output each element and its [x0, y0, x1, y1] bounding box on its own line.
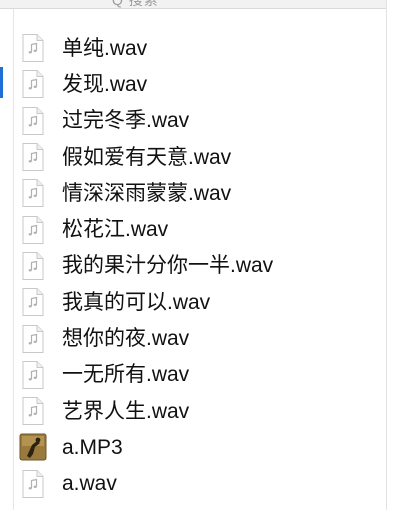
file-name: 想你的夜.wav — [62, 327, 190, 351]
audio-file-icon — [22, 397, 44, 426]
file-row[interactable]: 艺界人生.wav — [18, 393, 384, 429]
audio-file-icon — [22, 251, 44, 280]
file-name: 一无所有.wav — [62, 363, 190, 387]
file-name: 艺界人生.wav — [62, 399, 190, 423]
file-name: 假如爱有天意.wav — [62, 145, 232, 169]
file-name: 我真的可以.wav — [62, 290, 211, 314]
file-name: 松花江.wav — [62, 218, 169, 242]
file-list: 单纯.wav 发现.wav 过完冬季.wav 假如爱有天意.wav 情深深雨蒙蒙.wav… — [18, 30, 384, 502]
file-name: 我的果汁分你一半.wav — [62, 254, 274, 278]
file-row[interactable]: 我的果汁分你一半.wav — [18, 248, 384, 284]
file-row[interactable]: 单纯.wav — [18, 30, 384, 66]
file-name: a.MP3 — [62, 435, 123, 459]
file-name: 情深深雨蒙蒙.wav — [62, 181, 232, 205]
column-divider — [13, 9, 14, 510]
audio-file-icon — [22, 70, 44, 99]
audio-file-icon — [22, 324, 44, 353]
audio-file-icon — [22, 360, 44, 389]
search-bar[interactable]: Q 搜索 — [0, 0, 386, 9]
file-row[interactable]: 发现.wav — [18, 66, 384, 102]
finder-window: Q 搜索 单纯.wav 发现.wav 过完冬季.wav 假如爱有天意.wav 情深深雨蒙… — [0, 0, 400, 510]
audio-file-icon — [22, 143, 44, 172]
audio-file-icon — [22, 106, 44, 135]
file-name: 过完冬季.wav — [62, 109, 190, 133]
file-row[interactable]: 情深深雨蒙蒙.wav — [18, 175, 384, 211]
scrollbar-track[interactable] — [386, 0, 400, 510]
audio-file-icon — [22, 469, 44, 498]
file-row[interactable]: 想你的夜.wav — [18, 320, 384, 356]
file-row[interactable]: 一无所有.wav — [18, 357, 384, 393]
file-name: a.wav — [62, 472, 117, 496]
file-row[interactable]: 假如爱有天意.wav — [18, 139, 384, 175]
file-row[interactable]: a.MP3 — [18, 429, 384, 465]
file-name: 发现.wav — [62, 72, 148, 96]
file-row[interactable]: 我真的可以.wav — [18, 284, 384, 320]
audio-file-icon — [22, 179, 44, 208]
audio-file-icon — [22, 288, 44, 317]
file-name: 单纯.wav — [62, 36, 148, 60]
search-placeholder: Q 搜索 — [112, 0, 159, 8]
file-row[interactable]: 过完冬季.wav — [18, 103, 384, 139]
file-row[interactable]: a.wav — [18, 466, 384, 502]
audio-file-icon — [22, 215, 44, 244]
audio-file-icon — [22, 34, 44, 63]
file-row[interactable]: 松花江.wav — [18, 211, 384, 247]
album-artwork-icon — [19, 433, 47, 461]
selection-indicator — [0, 67, 3, 98]
